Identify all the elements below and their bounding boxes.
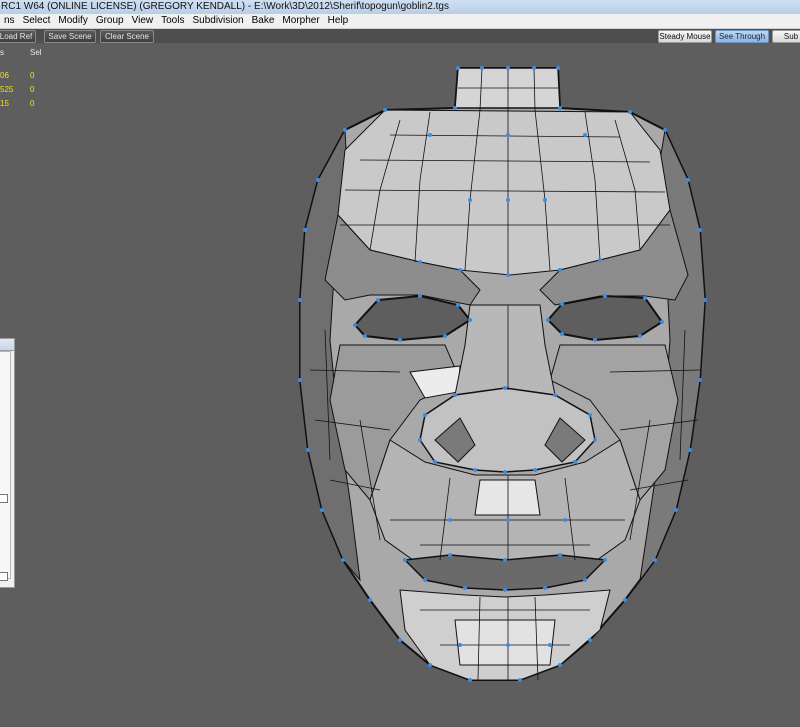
menu-item-select[interactable]: Select: [19, 14, 55, 28]
mesh-model: [298, 66, 707, 682]
see-through-button[interactable]: See Through: [715, 30, 769, 43]
steady-mouse-button[interactable]: Steady Mouse: [658, 30, 712, 43]
load-ref-button[interactable]: Load Ref: [0, 30, 36, 43]
menu-item-group[interactable]: Group: [92, 14, 128, 28]
window-title: RC1 W64 (ONLINE LICENSE) (GREGORY KENDAL…: [1, 1, 449, 12]
menu-item-file[interactable]: ns: [0, 14, 19, 28]
menu-bar: ns Select Modify Group View Tools Subdivision B…: [0, 14, 800, 29]
sub-button[interactable]: Sub: [772, 30, 800, 43]
3d-viewport[interactable]: [0, 44, 800, 727]
menu-item-subdivision[interactable]: Subdivision: [188, 14, 247, 28]
menu-item-view[interactable]: View: [128, 14, 158, 28]
toolbar: Load Ref Save Scene Clear Scene Steady M…: [0, 29, 800, 43]
menu-item-tools[interactable]: Tools: [157, 14, 188, 28]
menu-item-modify[interactable]: Modify: [54, 14, 91, 28]
clear-scene-button[interactable]: Clear Scene: [100, 30, 154, 43]
window-title-bar: RC1 W64 (ONLINE LICENSE) (GREGORY KENDAL…: [0, 0, 800, 14]
menu-item-bake[interactable]: Bake: [248, 14, 279, 28]
save-scene-button[interactable]: Save Scene: [44, 30, 96, 43]
menu-item-morpher[interactable]: Morpher: [278, 14, 323, 28]
menu-item-help[interactable]: Help: [324, 14, 353, 28]
